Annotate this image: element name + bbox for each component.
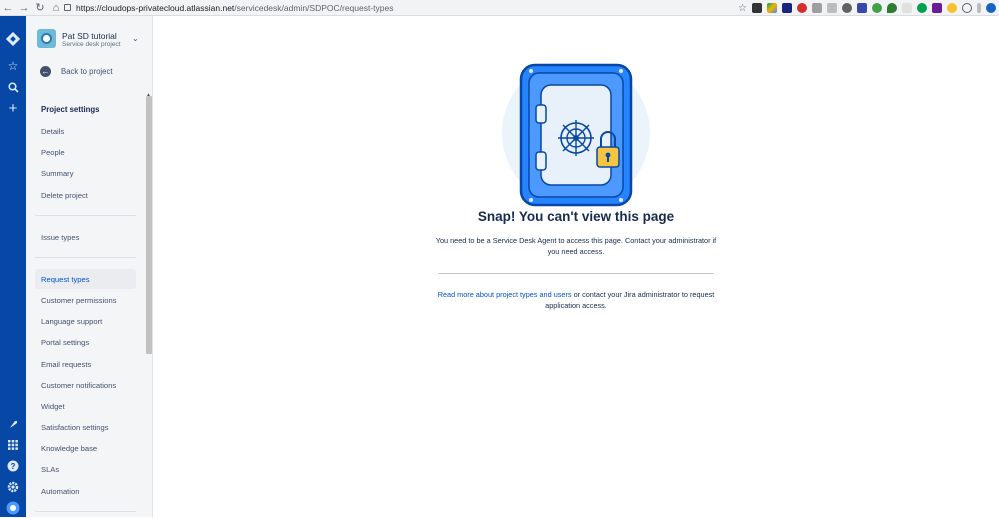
main-content: Snap! You can't view this page You need … — [153, 16, 999, 517]
extension-icon[interactable] — [841, 3, 852, 13]
sidebar-item-details[interactable]: Details — [35, 121, 136, 141]
lock-icon — [64, 4, 71, 11]
sidebar-item-summary[interactable]: Summary — [35, 163, 136, 183]
sidebar-item-automation[interactable]: Automation — [35, 481, 136, 501]
bookmark-star-icon[interactable]: ☆ — [738, 3, 747, 14]
extension-icon[interactable] — [781, 3, 792, 13]
rocket-icon[interactable] — [3, 414, 23, 434]
global-navigation: ☆ + ? — [0, 16, 26, 517]
sidebar-item-customer-notifications[interactable]: Customer notifications — [35, 375, 136, 395]
sidebar-item-language-support[interactable]: Language support — [35, 311, 136, 331]
extension-icon[interactable] — [826, 3, 837, 13]
sidebar-divider — [35, 511, 136, 512]
project-name[interactable]: Pat SD tutorial — [62, 31, 117, 41]
vault-illustration — [502, 63, 650, 207]
sidebar-divider — [35, 215, 136, 216]
sidebar-item-portal-settings[interactable]: Portal settings — [35, 332, 136, 352]
extension-icon[interactable] — [751, 3, 762, 13]
access-description: You need to be a Service Desk Agent to a… — [435, 236, 717, 256]
address-bar[interactable]: https://cloudops-privatecloud.atlassian.… — [64, 1, 754, 14]
sidebar-item-people[interactable]: People — [35, 142, 136, 162]
arrow-left-icon: ← — [40, 66, 51, 77]
sidebar-item-customer-permissions[interactable]: Customer permissions — [35, 290, 136, 310]
url-host: https://cloudops-privatecloud.atlassian.… — [76, 2, 235, 13]
sidebar-item-issue-types[interactable]: Issue types — [35, 227, 136, 247]
project-sidebar: Pat SD tutorial Service desk project ⌄ ←… — [26, 16, 153, 517]
page-title: Snap! You can't view this page — [477, 209, 675, 224]
back-to-project-link[interactable]: ← Back to project — [40, 66, 113, 77]
back-label: Back to project — [61, 67, 113, 76]
chevron-down-icon[interactable]: ⌄ — [132, 34, 139, 43]
svg-text:?: ? — [11, 462, 16, 471]
sidebar-item-delete-project[interactable]: Delete project — [35, 185, 136, 205]
jira-logo-icon[interactable] — [3, 29, 23, 49]
profile-avatar-icon[interactable] — [985, 3, 996, 13]
drive-icon[interactable] — [766, 3, 777, 13]
extension-icon[interactable] — [796, 3, 807, 13]
project-avatar[interactable] — [37, 29, 56, 48]
sidebar-item-widget[interactable]: Widget — [35, 396, 136, 416]
extension-icon[interactable] — [811, 3, 822, 13]
star-icon[interactable]: ☆ — [3, 56, 23, 76]
extension-icon[interactable] — [886, 3, 897, 13]
extension-icon[interactable] — [931, 3, 942, 13]
reload-icon[interactable]: ↻ — [32, 0, 48, 16]
info-icon[interactable] — [961, 3, 972, 13]
scrollbar-thumb[interactable] — [146, 96, 152, 354]
settings-icon[interactable] — [3, 477, 23, 497]
extension-icon[interactable] — [946, 3, 957, 13]
sidebar-heading: Project settings — [41, 105, 100, 114]
project-type: Service desk project — [62, 41, 121, 48]
help-icon[interactable]: ? — [3, 456, 23, 476]
extension-bar: ☆ ⋮ — [738, 2, 999, 14]
extension-icon[interactable] — [901, 3, 912, 13]
sidebar-item-slas[interactable]: SLAs — [35, 459, 136, 479]
plus-icon[interactable]: + — [3, 98, 23, 118]
sidebar-item-knowledge-base[interactable]: Knowledge base — [35, 438, 136, 458]
back-arrow-icon[interactable]: ← — [0, 0, 16, 16]
help-text: Read more about project types and users … — [435, 289, 717, 311]
browser-toolbar: ← → ↻ ⌂ https://cloudops-privatecloud.at… — [0, 0, 999, 16]
search-icon[interactable] — [3, 77, 23, 97]
home-icon[interactable]: ⌂ — [48, 0, 64, 16]
app-switcher-icon[interactable] — [3, 435, 23, 455]
content-divider — [438, 273, 714, 274]
project-types-link[interactable]: Read more about project types and users — [438, 290, 572, 299]
url-path: /servicedesk/admin/SDPOC/request-types — [234, 2, 394, 13]
sidebar-item-email-requests[interactable]: Email requests — [35, 354, 136, 374]
sidebar-divider — [35, 257, 136, 258]
extension-icon[interactable] — [976, 3, 981, 13]
extension-icon[interactable] — [871, 3, 882, 13]
sidebar-item-request-types[interactable]: Request types — [35, 269, 136, 289]
profile-avatar-icon[interactable] — [3, 498, 23, 518]
extension-icon[interactable] — [916, 3, 927, 13]
forward-arrow-icon[interactable]: → — [16, 0, 32, 16]
extension-icon[interactable] — [856, 3, 867, 13]
sidebar-item-satisfaction-settings[interactable]: Satisfaction settings — [35, 417, 136, 437]
